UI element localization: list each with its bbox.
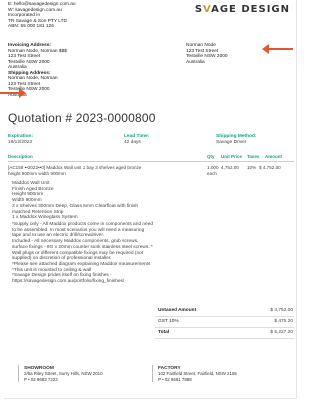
shipping-method-value: Savage Driver [216, 139, 247, 145]
table-header: Description Qty Unit Price Taxes Amount [8, 153, 294, 162]
untaxed-value: $ 4,752.00 [270, 308, 293, 313]
arrow-pointer-left [0, 88, 26, 98]
header-amount: Amount [265, 154, 282, 159]
quotation-title: Quotation # 2023-0000800 [8, 111, 156, 125]
total-value: $ 5,227.20 [270, 330, 293, 335]
row-description: [AC158 ••2022••0] Maddox Wall unit 1 bay… [8, 165, 142, 176]
factory-phone[interactable]: P • 02 9681 7888 [158, 377, 237, 382]
shipping-method-label: Shipping Method: [216, 134, 257, 139]
ship-to-line: Australia [186, 59, 205, 65]
row-amount: $ 4,752.00 [259, 165, 281, 170]
shipping-method-meta: Shipping Method: Savage Driver [216, 134, 257, 146]
product-notes: *Supply only - All Maddox products come … [12, 222, 154, 285]
invoicing-heading: Invoicing Address: [8, 43, 52, 48]
untaxed-label: Untaxed Amount [158, 308, 197, 313]
total-row: Total $ 5,227.20 [155, 328, 294, 339]
expiration-meta: Expiration: 19/12/2023 [8, 134, 33, 146]
row-qty: 1.000 each [207, 165, 219, 176]
lead-time-label: Lead Time: [124, 134, 150, 139]
gst-label: GST 10% [158, 319, 179, 324]
company-contact: E: hello@savagedesign.com.au W: savagede… [8, 2, 76, 30]
shipping-heading: Shipping Address: [8, 70, 51, 76]
row-unit-price: 4,752.00 [221, 165, 239, 170]
gst-value: $ 475.20 [274, 319, 293, 324]
total-label: Total [158, 330, 170, 335]
factory-title: FACTORY [158, 366, 181, 371]
header-description: Description [8, 154, 33, 159]
lead-time-value: 42 days [124, 139, 141, 145]
showroom-footer: SHOWROOM 2/6a Riley Street, Surry Hills,… [18, 365, 103, 383]
savage-design-logo: SVAGE DESIGN [194, 4, 290, 15]
showroom-phone[interactable]: P • 02 9683 7223 [24, 377, 103, 382]
quotation-document: E: hello@savagedesign.com.au W: savagede… [4, 0, 297, 399]
ship-to-address-block: Norman Node 123 Test Street Testville NS… [186, 43, 228, 65]
totals-table: Untaxed Amount $ 4,752.00 GST 10% $ 475.… [155, 306, 294, 339]
row-taxes: 10% [247, 165, 257, 170]
arrow-pointer-right [262, 44, 293, 54]
header-unit-price: Unit Price [221, 154, 243, 159]
header-taxes: Taxes [247, 154, 260, 159]
gst-row: GST 10% $ 475.20 [155, 317, 294, 328]
contact-abn: ABN: 55 000 181 126 [8, 24, 54, 30]
untaxed-row: Untaxed Amount $ 4,752.00 [155, 306, 294, 317]
contact-email[interactable]: E: hello@savagedesign.com.au [8, 2, 76, 8]
lead-time-meta: Lead Time: 42 days [124, 134, 149, 146]
product-details: Maddox Wall Unit Finish Aged Bronze Heig… [12, 181, 139, 221]
factory-footer: FACTORY 102 Fairfield Street, Fairfield,… [152, 365, 237, 383]
expiration-label: Expiration: [8, 134, 34, 139]
ship-to-line: Testville NSW 2000 [186, 54, 228, 60]
header-qty: Qty [207, 154, 215, 159]
showroom-title: SHOWROOM [24, 366, 54, 371]
invoicing-address-block: Invoicing Address: Norman Node, Norman $… [8, 43, 67, 98]
expiration-value: 19/12/2023 [8, 139, 33, 145]
